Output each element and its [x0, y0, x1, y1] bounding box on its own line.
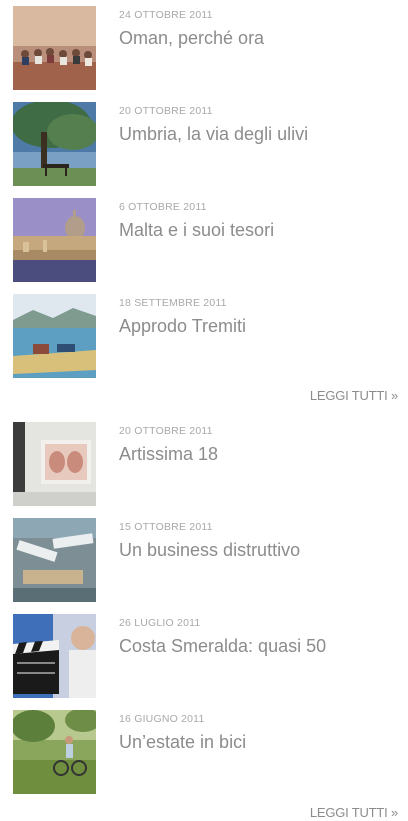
- list-item[interactable]: 18 SETTEMBRE 2011 Approdo Tremiti: [13, 294, 393, 378]
- article-title[interactable]: Costa Smeralda: quasi 50: [119, 635, 326, 657]
- article-date: 20 OTTOBRE 2011: [119, 425, 213, 437]
- article-date: 16 GIUGNO 2011: [119, 713, 205, 725]
- list-item[interactable]: 26 LUGLIO 2011 Costa Smeralda: quasi 50: [13, 614, 393, 698]
- article-title[interactable]: Un’estate in bici: [119, 731, 246, 753]
- list-item[interactable]: 24 OTTOBRE 2011 Oman, perché ora: [13, 6, 393, 90]
- article-title[interactable]: Artissima 18: [119, 443, 218, 465]
- article-date: 24 OTTOBRE 2011: [119, 9, 213, 21]
- list-item[interactable]: 20 OTTOBRE 2011 Artissima 18: [13, 422, 393, 506]
- clapperboard-photo[interactable]: [13, 614, 96, 698]
- tremiti-boat-photo[interactable]: [13, 294, 96, 378]
- article-title[interactable]: Approdo Tremiti: [119, 315, 246, 337]
- malta-skyline-photo[interactable]: [13, 198, 96, 282]
- oman-people-on-wall-photo[interactable]: [13, 6, 96, 90]
- art-gallery-photo[interactable]: [13, 422, 96, 506]
- article-date: 6 OTTOBRE 2011: [119, 201, 207, 213]
- article-title[interactable]: Oman, perché ora: [119, 27, 264, 49]
- list-item[interactable]: 15 OTTOBRE 2011 Un business distruttivo: [13, 518, 393, 602]
- list-item[interactable]: 16 GIUGNO 2011 Un’estate in bici: [13, 710, 393, 794]
- read-all-link[interactable]: LEGGI TUTTI »: [310, 388, 398, 403]
- list-item[interactable]: 6 OTTOBRE 2011 Malta e i suoi tesori: [13, 198, 393, 282]
- article-title[interactable]: Umbria, la via degli ulivi: [119, 123, 308, 145]
- olive-tree-bench-photo[interactable]: [13, 102, 96, 186]
- article-date: 15 OTTOBRE 2011: [119, 521, 213, 533]
- read-all-link[interactable]: LEGGI TUTTI »: [310, 805, 398, 820]
- article-date: 18 SETTEMBRE 2011: [119, 297, 227, 309]
- cyclist-field-photo[interactable]: [13, 710, 96, 794]
- article-title[interactable]: Malta e i suoi tesori: [119, 219, 274, 241]
- cruise-ships-port-photo[interactable]: [13, 518, 96, 602]
- news-feed: 24 OTTOBRE 2011 Oman, perché ora 20 OTTO…: [0, 0, 408, 821]
- list-item[interactable]: 20 OTTOBRE 2011 Umbria, la via degli uli…: [13, 102, 393, 186]
- article-date: 26 LUGLIO 2011: [119, 617, 201, 629]
- article-title[interactable]: Un business distruttivo: [119, 539, 300, 561]
- article-date: 20 OTTOBRE 2011: [119, 105, 213, 117]
